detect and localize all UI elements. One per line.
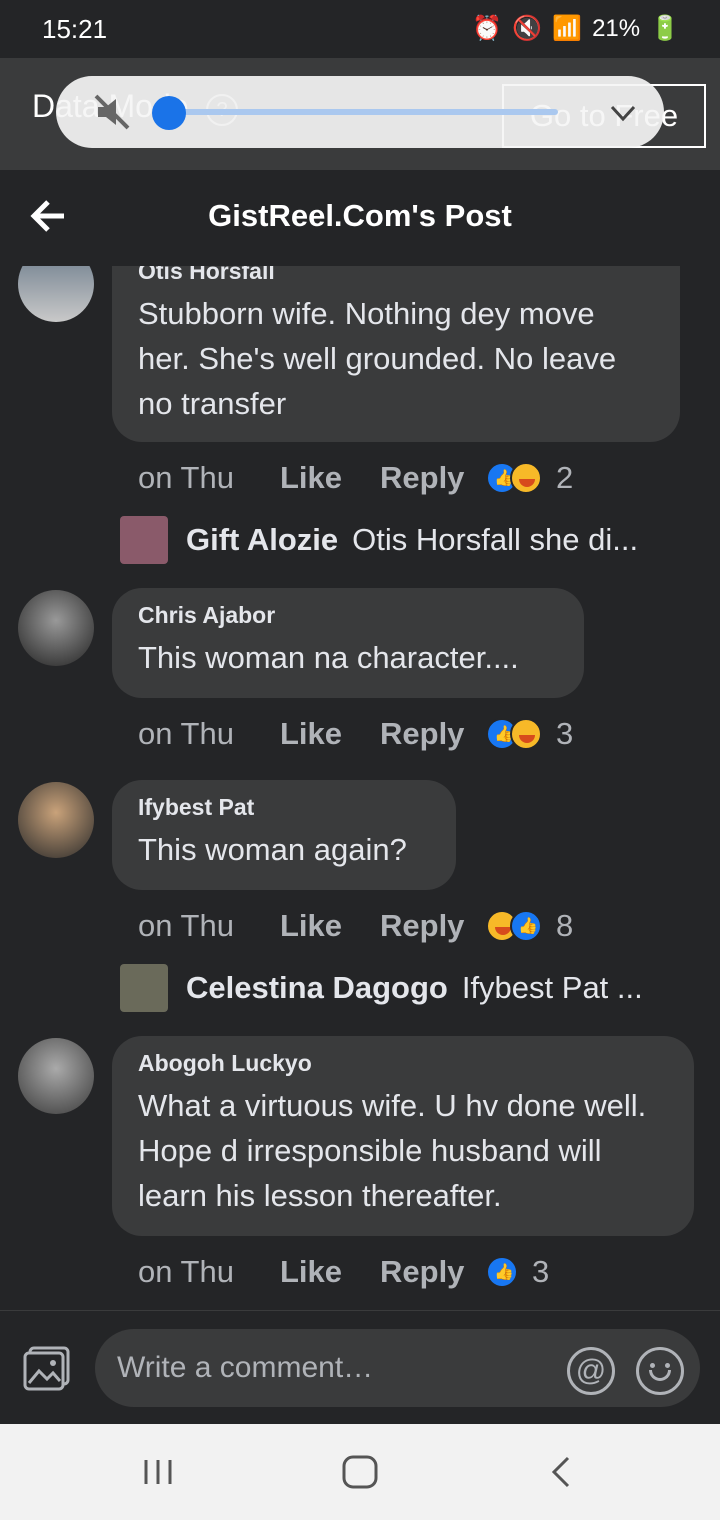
like-button[interactable]: Like	[280, 460, 380, 496]
comment-author[interactable]: Otis Horsfall	[138, 266, 654, 285]
comment-text: Stubborn wife. Nothing dey move her. She…	[138, 296, 617, 421]
chevron-down-icon[interactable]	[606, 96, 640, 130]
comment-text: This woman again?	[138, 832, 407, 867]
like-button[interactable]: Like	[280, 1254, 380, 1290]
comment-bubble[interactable]: Abogoh Luckyo What a virtuous wife. U hv…	[112, 1036, 694, 1236]
reaction-summary[interactable]	[486, 1256, 518, 1288]
photo-icon[interactable]	[22, 1345, 72, 1391]
avatar[interactable]	[18, 266, 94, 322]
comment-bubble[interactable]: Otis Horsfall Stubborn wife. Nothing dey…	[112, 266, 680, 442]
system-nav-bar	[0, 1424, 720, 1520]
avatar	[120, 964, 168, 1012]
comment-composer: Write a comment… @	[0, 1310, 720, 1425]
volume-mute-icon[interactable]	[92, 92, 132, 132]
mute-icon: 🔇	[512, 15, 543, 42]
reply-preview[interactable]: Gift Alozie Otis Horsfall she di...	[120, 516, 638, 564]
post-header: GistReel.Com's Post	[0, 170, 720, 266]
avatar[interactable]	[18, 590, 94, 666]
like-button[interactable]: Like	[280, 908, 380, 944]
reaction-summary[interactable]	[486, 910, 542, 942]
reply-button[interactable]: Reply	[380, 716, 486, 752]
comment-time: on Thu	[138, 908, 234, 943]
comment-actions: on Thu Like Reply 8	[138, 908, 573, 944]
reaction-count: 3	[532, 1254, 550, 1289]
reaction-summary[interactable]	[486, 718, 542, 750]
reply-button[interactable]: Reply	[380, 908, 486, 944]
haha-reaction-icon	[510, 718, 542, 750]
battery-percent: 21%	[592, 14, 641, 42]
comment-bubble[interactable]: Ifybest Pat This woman again?	[112, 780, 456, 890]
home-icon[interactable]	[340, 1454, 380, 1490]
reaction-count: 2	[556, 460, 574, 495]
battery-icon: 🔋	[650, 15, 680, 42]
comment-actions: on Thu Like Reply 3	[138, 716, 573, 752]
avatar[interactable]	[18, 782, 94, 858]
mention-icon[interactable]: @	[567, 1347, 615, 1395]
reply-text: Otis Horsfall she di...	[352, 522, 639, 557]
comment-author[interactable]: Chris Ajabor	[138, 602, 558, 629]
like-reaction-icon	[486, 1256, 518, 1288]
comment-list[interactable]: Otis Horsfall Stubborn wife. Nothing dey…	[0, 266, 720, 1310]
comment-time: on Thu	[138, 716, 234, 751]
comment-author[interactable]: Abogoh Luckyo	[138, 1050, 668, 1077]
comment-actions: on Thu Like Reply 3	[138, 1254, 549, 1290]
status-time: 15:21	[42, 14, 108, 44]
comment-text: What a virtuous wife. U hv done well. Ho…	[138, 1088, 647, 1213]
volume-slider-track[interactable]	[168, 109, 558, 115]
comment-text: This woman na character....	[138, 640, 519, 675]
comment-author[interactable]: Ifybest Pat	[138, 794, 430, 821]
volume-slider-knob[interactable]	[152, 96, 186, 130]
comment-time: on Thu	[138, 1254, 234, 1289]
alarm-icon: ⏰	[472, 15, 503, 42]
emoji-icon[interactable]	[636, 1347, 684, 1395]
page-title: GistReel.Com's Post	[208, 198, 512, 233]
reply-text: Ifybest Pat ...	[461, 970, 643, 1005]
reply-button[interactable]: Reply	[380, 1254, 486, 1290]
reply-button[interactable]: Reply	[380, 460, 486, 496]
comment-bubble[interactable]: Chris Ajabor This woman na character....	[112, 588, 584, 698]
reply-author: Gift Alozie	[186, 522, 339, 557]
haha-reaction-icon	[510, 462, 542, 494]
reaction-summary[interactable]	[486, 462, 542, 494]
avatar[interactable]	[18, 1038, 94, 1114]
like-reaction-icon	[510, 910, 542, 942]
like-button[interactable]: Like	[280, 716, 380, 752]
reply-author: Celestina Dagogo	[186, 970, 448, 1005]
reply-preview[interactable]: Celestina Dagogo Ifybest Pat ...	[120, 964, 643, 1012]
status-icons: ⏰ 🔇 📶 21% 🔋	[472, 14, 680, 43]
status-bar: 15:21 ⏰ 🔇 📶 21% 🔋	[0, 0, 720, 58]
comment-time: on Thu	[138, 460, 234, 495]
back-icon[interactable]	[542, 1454, 582, 1490]
wifi-icon: 📶	[552, 15, 583, 42]
reaction-count: 8	[556, 908, 574, 943]
avatar	[120, 516, 168, 564]
reaction-count: 3	[556, 716, 574, 751]
comment-actions: on Thu Like Reply 2	[138, 460, 573, 496]
recent-apps-icon[interactable]	[138, 1454, 178, 1490]
volume-overlay	[56, 76, 664, 148]
